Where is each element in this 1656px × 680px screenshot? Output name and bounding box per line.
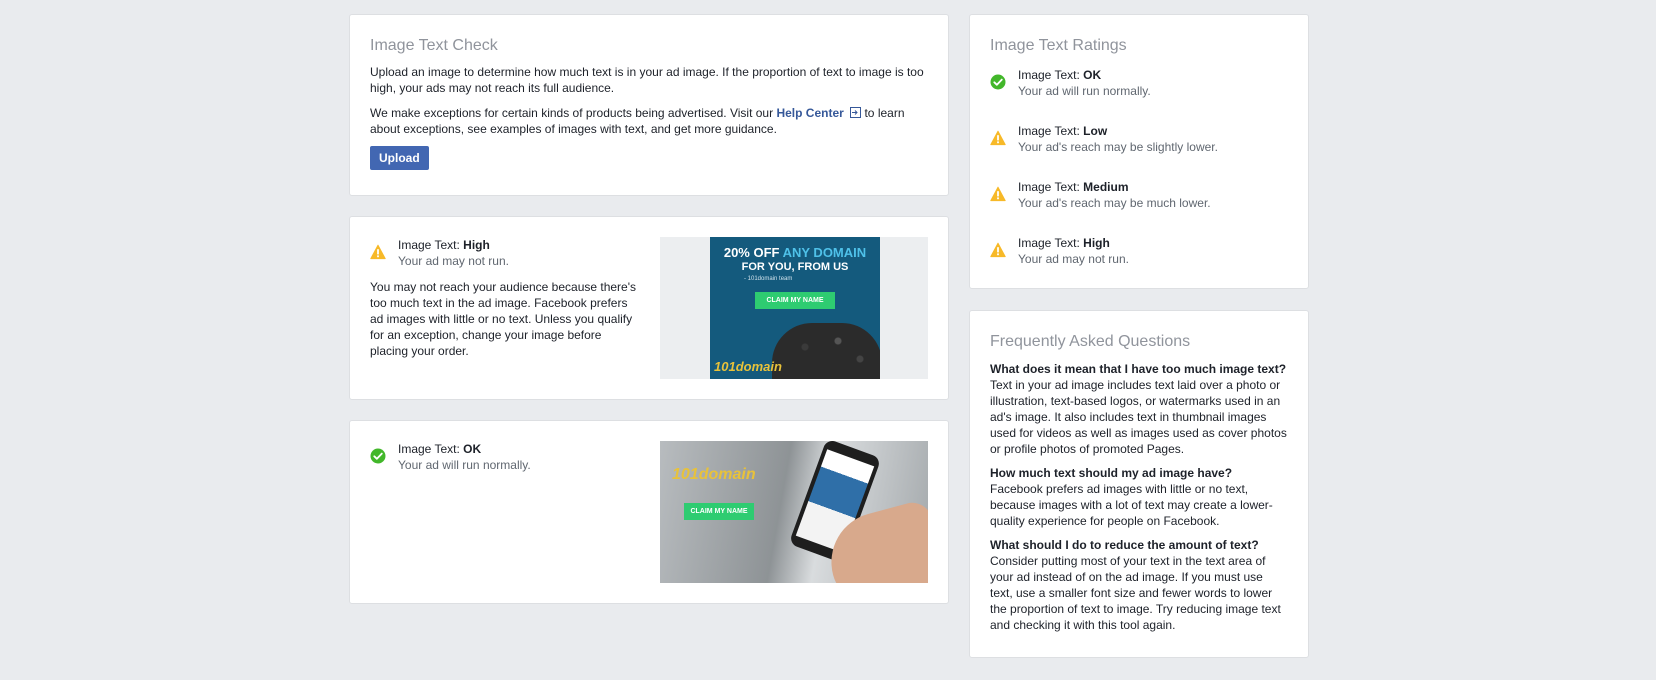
external-link-icon[interactable] (850, 107, 862, 118)
exceptions-text: We make exceptions for certain kinds of … (370, 105, 930, 137)
status-subtext: Your ad may not run. (398, 254, 509, 268)
rating-label: Image Text: High (1018, 236, 1110, 250)
page-title: Image Text Check (370, 37, 498, 54)
ad-logo-ok: 101domain (672, 466, 756, 483)
ad-cta-high: CLAIM MY NAME (755, 292, 835, 309)
status-high: Image Text: High Your ad may not run. (370, 237, 509, 269)
intro-text: Upload an image to determine how much te… (370, 65, 924, 95)
status-level: OK (463, 442, 482, 456)
faq-question: How much text should my ad image have? (990, 466, 1233, 480)
faq-item: How much text should my ad image have? F… (990, 465, 1288, 529)
rating-label: Image Text: Medium (1018, 180, 1129, 194)
faq-title: Frequently Asked Questions (990, 333, 1191, 350)
warning-icon (370, 244, 386, 260)
image-text-check-card: Image Text Check Upload an image to dete… (349, 14, 949, 196)
rating-subtext: Your ad's reach may be much lower. (1018, 196, 1211, 210)
status-label: Image Text: OK (398, 442, 482, 456)
rating-label: Image Text: OK (1018, 68, 1102, 82)
result-card-high: Image Text: High Your ad may not run. Yo… (349, 216, 949, 400)
result-card-ok: Image Text: OK Your ad will run normally… (349, 420, 949, 604)
faq-answer: Facebook prefers ad images with little o… (990, 482, 1273, 528)
help-center-link[interactable]: Help Center (776, 106, 843, 120)
rating-subtext: Your ad will run normally. (1018, 84, 1151, 98)
status-level: High (463, 238, 490, 252)
warning-icon (990, 186, 1006, 202)
ad-preview-ok: 101domain CLAIM MY NAME (660, 441, 928, 583)
faq-item: What should I do to reduce the amount of… (990, 537, 1288, 633)
rating-label: Image Text: Low (1018, 124, 1108, 138)
warning-icon (990, 130, 1006, 146)
rating-item-high: Image Text: High Your ad may not run. (990, 235, 1129, 267)
rating-subtext: Your ad's reach may be slightly lower. (1018, 140, 1218, 154)
faq-question: What should I do to reduce the amount of… (990, 538, 1259, 552)
status-subtext: Your ad will run normally. (398, 458, 531, 472)
status-label: Image Text: High (398, 238, 490, 252)
faq-answer: Consider putting most of your text in th… (990, 554, 1281, 632)
warning-icon (990, 242, 1006, 258)
faq-card: Frequently Asked Questions What does it … (969, 310, 1309, 658)
ad-logo-high: 101domain (714, 359, 782, 374)
check-circle-icon (370, 448, 386, 464)
status-ok: Image Text: OK Your ad will run normally… (370, 441, 531, 473)
faq-item: What does it mean that I have too much i… (990, 361, 1288, 457)
rating-item-medium: Image Text: Medium Your ad's reach may be… (990, 179, 1211, 211)
rating-item-low: Image Text: Low Your ad's reach may be sl… (990, 123, 1218, 155)
ad-preview-high: 20% OFF ANY DOMAIN FOR YOU, FROM US - 10… (660, 237, 928, 379)
faq-question: What does it mean that I have too much i… (990, 362, 1287, 376)
ratings-card: Image Text Ratings Image Text: OK Your ad… (969, 14, 1309, 289)
rating-subtext: Your ad may not run. (1018, 252, 1129, 266)
faq-answer: Text in your ad image includes text laid… (990, 378, 1287, 456)
rating-item-ok: Image Text: OK Your ad will run normally. (990, 67, 1151, 99)
check-circle-icon (990, 74, 1006, 90)
high-detail-text: You may not reach your audience because … (370, 280, 637, 358)
ad-image-high: 20% OFF ANY DOMAIN FOR YOU, FROM US - 10… (710, 237, 880, 379)
crowd-graphic (772, 323, 880, 379)
ad-cta-ok: CLAIM MY NAME (684, 503, 754, 520)
exceptions-text-before: We make exceptions for certain kinds of … (370, 106, 777, 120)
upload-button[interactable]: Upload (370, 146, 429, 170)
ratings-title: Image Text Ratings (990, 37, 1127, 54)
